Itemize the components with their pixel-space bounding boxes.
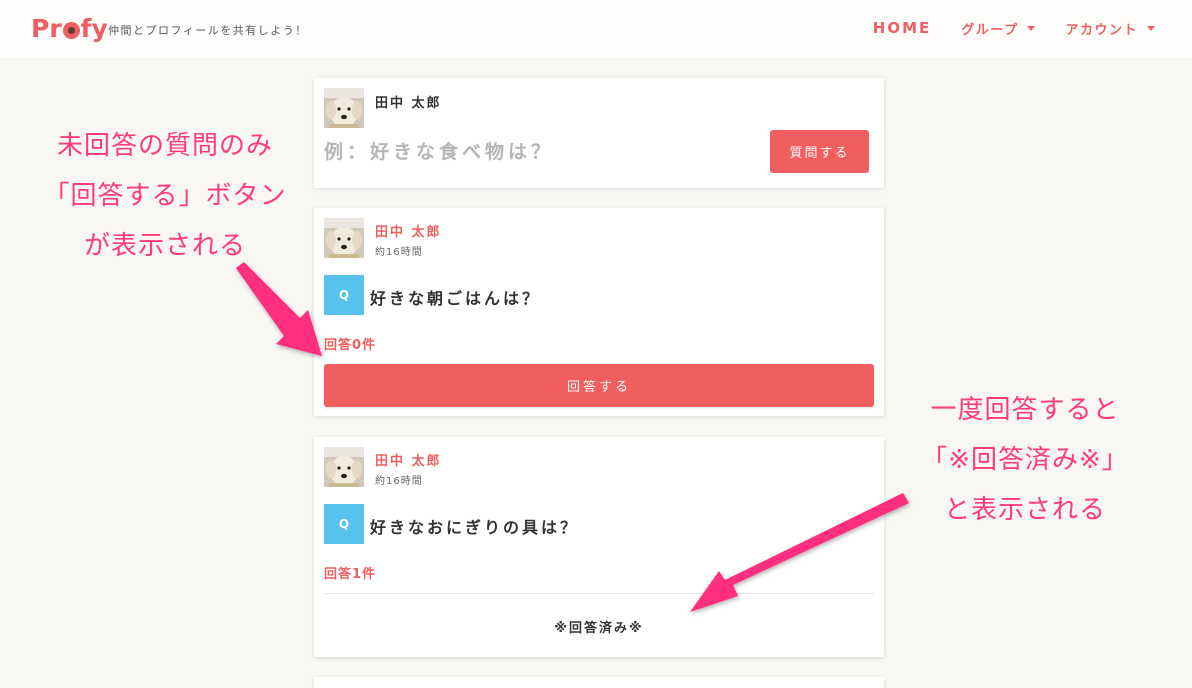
author-name-link[interactable]: 田中 太郎	[375, 450, 442, 469]
annotation-left-line: が表示される	[83, 231, 246, 261]
nav-groups-label: グループ	[961, 22, 1019, 38]
logo[interactable]: Pr fy	[31, 12, 108, 44]
nav-home[interactable]: HOME	[873, 19, 931, 37]
question-badge-icon: Q	[324, 275, 364, 315]
arrow-left-icon	[236, 262, 322, 356]
annotation-right-line: 一度回答すると	[930, 395, 1120, 425]
puppy-avatar[interactable]	[324, 88, 364, 128]
annotation-right: 一度回答すると 「※回答済み※」 と表示される	[895, 385, 1155, 535]
puppy-avatar[interactable]	[324, 218, 364, 258]
annotation-left: 未回答の質問のみ 「回答する」ボタン が表示される	[40, 121, 290, 271]
question-text[interactable]: 好きな朝ごはんは？	[370, 285, 541, 309]
logo-eye-icon	[62, 21, 80, 39]
annotation-left-line: 未回答の質問のみ	[56, 131, 273, 161]
logo-text: Pr	[31, 13, 62, 43]
post-time: 約16時間	[375, 476, 423, 487]
divider	[324, 593, 874, 594]
post-time: 約16時間	[375, 247, 423, 258]
question-card-partial	[314, 677, 884, 688]
annotation-right-line: 「※回答済み※」	[921, 445, 1129, 475]
annotation-left-line: 「回答する」ボタン	[43, 181, 287, 211]
main-nav: HOME グループ アカウント	[873, 17, 1155, 39]
ask-question-button[interactable]: 質問する	[770, 130, 869, 173]
tagline: 仲間とプロフィールを共有しよう！	[108, 24, 308, 37]
puppy-avatar-icon	[324, 88, 364, 128]
answered-status: ※回答済み※	[554, 621, 644, 636]
caret-down-icon	[1027, 25, 1036, 31]
question-text[interactable]: 好きなおにぎりの具は？	[370, 514, 579, 538]
question-card: 田中 太郎 約16時間 Q 好きな朝ごはんは？ 回答0件 回答する	[314, 208, 884, 416]
ask-question-card: 田中 太郎 質問する	[314, 78, 884, 188]
puppy-avatar-icon	[324, 218, 364, 258]
answer-button[interactable]: 回答する	[324, 364, 874, 407]
caret-down-icon	[1147, 25, 1155, 31]
author-name: 田中 太郎	[375, 96, 442, 111]
question-input[interactable]	[324, 130, 764, 173]
answer-count-link[interactable]: 回答0件	[324, 334, 376, 353]
question-card: 田中 太郎 約16時間 Q 好きなおにぎりの具は？ 回答1件 ※回答済み※	[314, 437, 884, 657]
puppy-avatar[interactable]	[324, 447, 364, 487]
question-badge-icon: Q	[324, 504, 364, 544]
nav-home-label: HOME	[872, 19, 932, 37]
nav-account-label: アカウント	[1065, 22, 1138, 38]
puppy-avatar-icon	[324, 447, 364, 487]
author-name-link[interactable]: 田中 太郎	[375, 221, 442, 240]
annotation-right-line: と表示される	[943, 495, 1106, 525]
nav-groups-dropdown[interactable]: グループ	[961, 19, 1036, 38]
top-navbar: Pr fy 仲間とプロフィールを共有しよう！ HOME グループ アカウント	[0, 0, 1192, 57]
nav-account-dropdown[interactable]: アカウント	[1065, 19, 1155, 38]
answer-count-link[interactable]: 回答1件	[324, 563, 376, 582]
